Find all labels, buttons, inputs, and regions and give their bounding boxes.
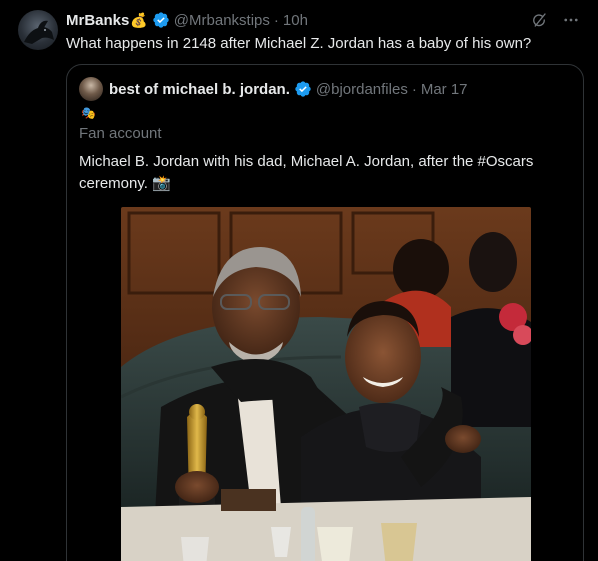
quoted-tweet-header: best of michael b. jordan. @bjordanfiles… [79,77,468,101]
quoted-tweet-text: Michael B. Jordan with his dad, Michael … [79,153,534,192]
tweet-header: MrBanks 💰 @Mrbankstips · 10h [66,10,308,30]
verified-badge-icon [295,81,311,97]
quoted-author-handle[interactable]: @bjordanfiles [316,81,408,98]
quoted-author-avatar[interactable] [79,77,103,101]
author-handle[interactable]: @Mrbankstips [174,12,270,29]
theater-masks-emoji: 🎭 [81,106,96,120]
separator-dot: · [273,11,279,29]
quoted-tweet-photo[interactable] [121,207,531,561]
quoted-tweet[interactable]: best of michael b. jordan. @bjordanfiles… [66,64,584,561]
tweet-timestamp[interactable]: 10h [283,12,308,29]
money-bag-emoji: 💰 [130,12,148,28]
author-avatar[interactable] [18,10,58,50]
tweet-actions-top [530,10,580,30]
more-icon[interactable] [562,11,580,29]
quoted-tweet-timestamp[interactable]: Mar 17 [421,81,468,98]
fan-account-label: Fan account [79,125,162,142]
quoted-author-name[interactable]: best of michael b. jordan. [109,81,290,98]
author-name[interactable]: MrBanks [66,12,129,29]
tweet[interactable]: MrBanks 💰 @Mrbankstips · 10h What happen… [0,0,598,561]
verified-badge-icon [153,12,169,28]
grok-icon[interactable] [530,11,548,29]
separator-dot: · [411,80,417,98]
tweet-text: What happens in 2148 after Michael Z. Jo… [66,35,532,52]
